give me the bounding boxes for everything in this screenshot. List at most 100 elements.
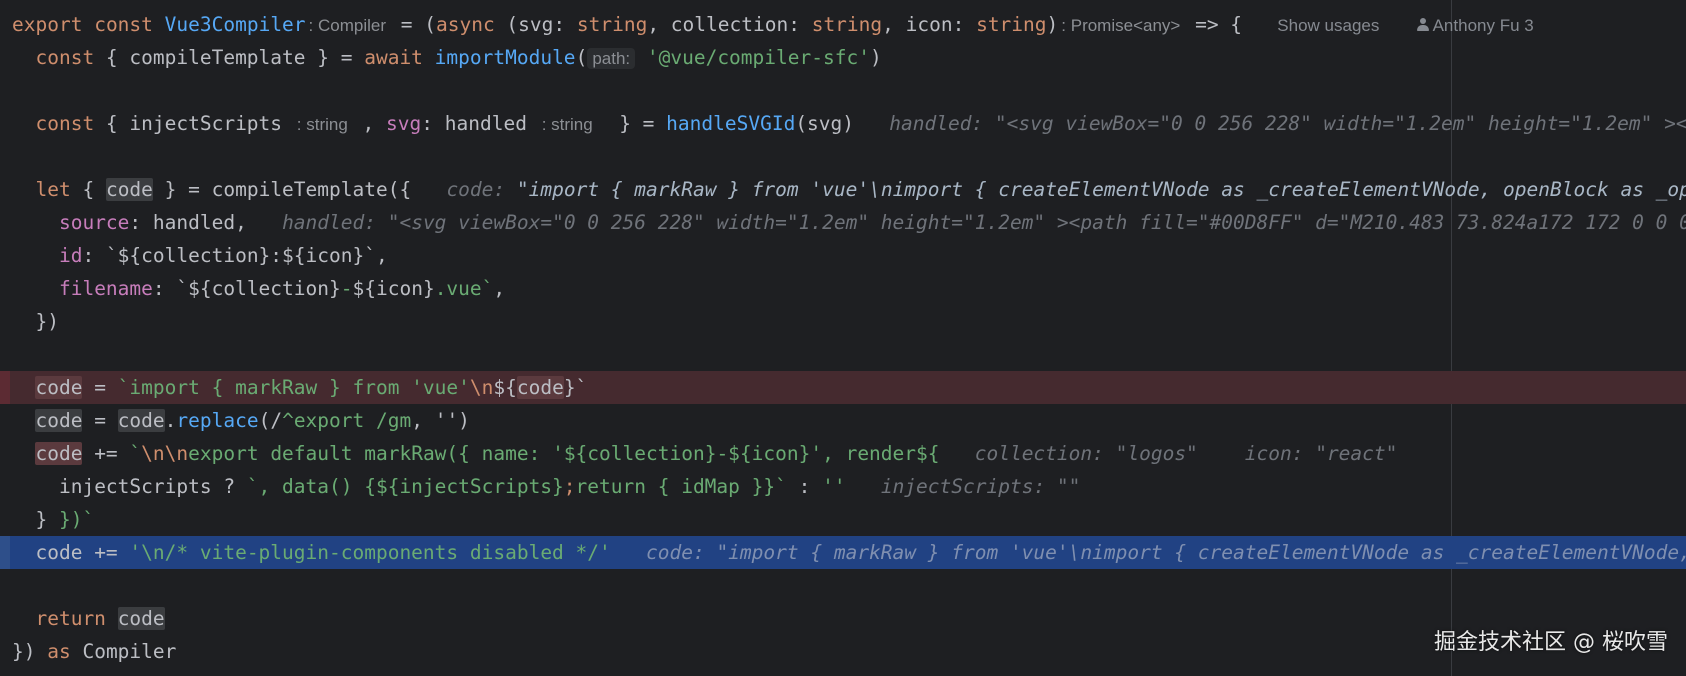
string-literal: '\n/* vite-plugin-components disabled */… <box>129 541 611 564</box>
code-text: ) <box>869 46 882 69</box>
code-text: , <box>350 112 387 135</box>
code-line-17-current[interactable]: code += '\n/* vite-plugin-components dis… <box>0 536 1686 569</box>
code-text: ( <box>575 46 588 69</box>
string-literal: `, data() {${injectScripts} <box>246 475 564 498</box>
code-text: (svg) <box>795 112 855 135</box>
type-inlay-hint: : string <box>296 115 348 134</box>
debug-value-hint: collection: "logos" <box>974 442 1198 465</box>
function-name[interactable]: Vue3Compiler <box>165 13 306 36</box>
code-line-12[interactable]: code = `import { markRaw } from 'vue'\n$… <box>0 371 1686 404</box>
debug-value-hint: handled: "<svg viewBox="0 0 256 228" wid… <box>889 112 1686 135</box>
code-text: }) <box>35 310 59 333</box>
parameter-inlay-hint: path: <box>587 48 636 69</box>
highlighted-identifier[interactable]: code <box>35 376 83 399</box>
code-text: . <box>164 409 177 432</box>
code-text: ${ <box>493 376 517 399</box>
debug-value-hint: icon: "react" <box>1244 442 1398 465</box>
string-literal: })` <box>58 508 95 531</box>
debug-value-label: code: <box>446 178 506 201</box>
code-line-8[interactable]: id: `${collection}:${icon}`, <box>0 239 1686 272</box>
code-text: = <box>82 376 118 399</box>
code-text: { injectScripts <box>94 112 294 135</box>
change-marker <box>0 371 10 404</box>
keyword: export <box>12 13 83 36</box>
type-name: string <box>576 13 648 36</box>
highlighted-identifier[interactable]: code <box>117 409 165 432</box>
code-text: , collection: <box>647 13 812 36</box>
code-line-3[interactable] <box>0 74 1686 107</box>
type-inlay-hint: : string <box>541 115 593 134</box>
property: filename <box>58 277 153 300</box>
code-text: , icon: <box>882 13 977 36</box>
author-hint[interactable]: Anthony Fu 3 <box>1415 16 1534 35</box>
template-literal: ${icon} <box>352 277 435 300</box>
string-literal: export default markRaw({ name: '${collec… <box>188 442 940 465</box>
code-text: Compiler <box>70 640 177 663</box>
show-usages-link[interactable]: Show usages <box>1277 16 1379 35</box>
keyword: return <box>35 607 106 630</box>
debug-value-hint: injectScripts: "" <box>880 475 1081 498</box>
caret-marker <box>0 536 10 569</box>
string-literal: - <box>340 277 353 300</box>
code-line-5[interactable] <box>0 140 1686 173</box>
highlighted-identifier[interactable]: code <box>117 607 165 630</box>
string-literal: '' <box>822 475 846 498</box>
code-text: : <box>82 244 106 267</box>
return-type-inlay-hint: : Promise<any> <box>1061 16 1181 35</box>
code-line-11[interactable] <box>0 338 1686 371</box>
keyword: const <box>94 13 153 36</box>
keyword: await <box>364 46 423 69</box>
property: source <box>58 211 130 234</box>
code-line-1[interactable]: export const Vue3Compiler: Compiler = (a… <box>0 8 1686 41</box>
keyword: const <box>35 46 95 69</box>
code-text: ) <box>1046 13 1059 36</box>
author-name: Anthony Fu 3 <box>1432 16 1534 35</box>
code-line-7[interactable]: source: handled, handled: "<svg viewBox=… <box>0 206 1686 239</box>
code-line-6[interactable]: let { code } = compileTemplate({ code: "… <box>0 173 1686 206</box>
debug-value-hint: code: "import { markRaw } from 'vue'\nim… <box>646 541 1686 564</box>
code-text: = ( <box>389 13 436 36</box>
code-line-4[interactable]: const { injectScripts : string , svg: ha… <box>0 107 1686 140</box>
code-line-2[interactable]: const { compileTemplate } = await import… <box>0 41 1686 74</box>
code-text: += <box>82 541 130 564</box>
punctuation: ; <box>563 475 576 498</box>
string-literal: .vue` <box>434 277 494 300</box>
function-call[interactable]: replace <box>176 409 258 432</box>
template-literal: `${collection} <box>176 277 341 300</box>
highlighted-identifier[interactable]: code <box>35 409 83 432</box>
code-text: += <box>82 442 130 465</box>
keyword: let <box>35 178 71 201</box>
code-line-13[interactable]: code = code.replace(/^export /gm, '') <box>0 404 1686 437</box>
code-text: }) <box>12 640 48 663</box>
code-text: : <box>786 475 823 498</box>
code-editor[interactable]: export const Vue3Compiler: Compiler = ( a… <box>0 0 1686 676</box>
code-text: { <box>70 178 106 201</box>
code-text: : handled <box>421 112 539 135</box>
code-line-14[interactable]: code += `\n\nexport default markRaw({ na… <box>0 437 1686 470</box>
watermark: 掘金技术社区 @ 桜吹雪 <box>1434 630 1668 655</box>
function-call[interactable]: handleSVGId <box>666 112 795 135</box>
code-text: : handled, <box>129 211 247 234</box>
type-name: string <box>811 13 883 36</box>
string-literal: `import { markRaw } from 'vue' <box>117 376 470 399</box>
identifier[interactable]: code <box>35 541 82 564</box>
type-inlay-hint: : Compiler <box>308 16 387 35</box>
keyword: as <box>47 640 71 663</box>
highlighted-identifier[interactable]: code <box>516 376 564 399</box>
template-literal: `${collection}:${icon}` <box>105 244 376 267</box>
highlighted-identifier[interactable]: code <box>105 178 153 201</box>
string-literal: ` <box>129 442 142 465</box>
highlighted-identifier[interactable]: code <box>35 442 83 465</box>
code-line-10[interactable]: }) <box>0 305 1686 338</box>
code-text: } = <box>595 112 667 135</box>
code-text: : <box>152 277 177 300</box>
code-line-18[interactable] <box>0 569 1686 602</box>
code-line-9[interactable]: filename: `${collection}-${icon}.vue`, <box>0 272 1686 305</box>
string-literal: return { idMap }}` <box>575 475 787 498</box>
function-call[interactable]: importModule <box>435 46 576 69</box>
property: id <box>58 244 83 267</box>
code-text: { compileTemplate } = <box>94 46 365 69</box>
code-line-15[interactable]: injectScripts ? `, data() {${injectScrip… <box>0 470 1686 503</box>
code-line-16[interactable]: } })` <box>0 503 1686 536</box>
code-text: (/ <box>258 409 283 432</box>
